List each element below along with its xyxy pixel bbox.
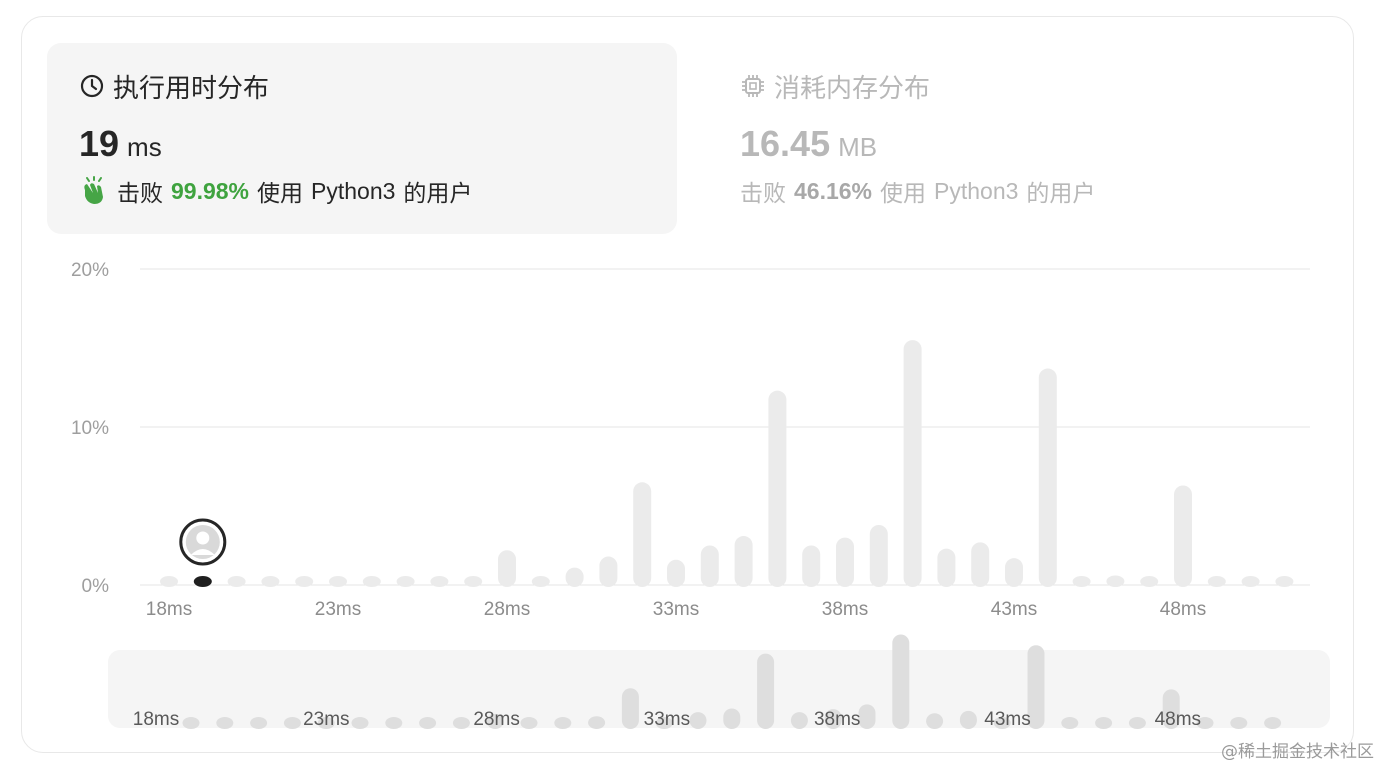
overview-x-label: 48ms [1155, 709, 1201, 730]
bar[interactable] [903, 340, 922, 587]
bar[interactable] [1140, 576, 1159, 587]
overview-bar [1128, 717, 1146, 729]
overview-bar [452, 717, 470, 729]
overview-bar [216, 717, 234, 729]
bar[interactable] [667, 559, 685, 587]
x-tick-label: 43ms [991, 599, 1037, 620]
overview-bar [250, 717, 268, 729]
overview-bar [1230, 717, 1248, 729]
bar[interactable] [599, 556, 618, 587]
x-tick-label: 28ms [484, 599, 530, 620]
overview-x-label: 18ms [133, 709, 179, 730]
bar[interactable] [1275, 576, 1294, 587]
runtime-distribution-chart: 0% 10% 20% 18ms 23ms 28ms 33ms 38ms 43ms 48ms 18… [71, 260, 1330, 730]
overview-x-label: 28ms [473, 709, 519, 730]
x-tick-label: 23ms [315, 599, 361, 620]
overview-bar [959, 710, 977, 729]
overview-bar [892, 634, 910, 729]
overview-x-label: 33ms [644, 709, 690, 730]
y-tick-label: 0% [82, 576, 110, 597]
x-tick-label: 48ms [1160, 599, 1206, 620]
bar[interactable] [1072, 576, 1091, 587]
overview-bar [351, 717, 369, 729]
watermark: @稀土掘金技术社区 [1221, 742, 1374, 762]
bar[interactable] [160, 576, 178, 587]
x-tick-label: 33ms [653, 599, 699, 620]
overview-bar [1264, 717, 1282, 729]
bar[interactable] [802, 545, 821, 588]
bar[interactable] [836, 537, 854, 587]
x-tick-label: 18ms [146, 599, 192, 620]
overview-bar [419, 717, 437, 729]
bar[interactable] [869, 524, 888, 587]
bar[interactable] [1106, 575, 1125, 587]
overview-x-label: 23ms [303, 709, 349, 730]
chart-bars [160, 340, 1294, 588]
range-selector-overview[interactable]: 18ms 23ms 28ms 33ms 38ms 43ms 48ms [108, 634, 1330, 730]
bar[interactable] [295, 576, 314, 587]
bar[interactable] [531, 576, 550, 587]
current-submission-marker [179, 518, 227, 566]
overview-x-label: 38ms [814, 709, 860, 730]
y-tick-label: 20% [71, 260, 109, 281]
bar[interactable] [1005, 558, 1023, 587]
overview-bar [385, 717, 403, 729]
overview-bar [858, 704, 876, 729]
bar[interactable] [937, 548, 956, 587]
bar[interactable] [971, 542, 990, 587]
avatar-head [196, 531, 210, 545]
overview-bar [182, 717, 200, 729]
bar-current-submission[interactable] [193, 576, 212, 587]
bar[interactable] [329, 576, 347, 587]
overview-bar [520, 717, 538, 729]
bar[interactable] [768, 390, 787, 587]
bar[interactable] [1241, 576, 1260, 587]
bar[interactable] [227, 576, 246, 587]
range-selector-track[interactable] [108, 650, 1330, 728]
bar[interactable] [430, 576, 449, 587]
y-tick-label: 10% [71, 418, 109, 439]
bar[interactable] [498, 550, 516, 587]
bar[interactable] [1174, 485, 1192, 587]
overview-bar [1061, 717, 1079, 729]
overview-bar [926, 713, 944, 729]
overview-bar [1095, 717, 1113, 729]
overview-bar [588, 716, 606, 729]
overview-bar [790, 712, 808, 729]
overview-bar [554, 717, 572, 729]
overview-x-label: 43ms [984, 709, 1030, 730]
bar[interactable] [1207, 576, 1226, 587]
bar[interactable] [700, 545, 719, 588]
bar[interactable] [261, 576, 280, 587]
bar[interactable] [362, 576, 381, 587]
bar[interactable] [396, 576, 415, 587]
chart-x-axis: 18ms 23ms 28ms 33ms 38ms 43ms 48ms [146, 599, 1206, 620]
overview-bar [757, 653, 775, 729]
bar[interactable] [1038, 368, 1057, 587]
overview-bar [689, 712, 707, 729]
bar[interactable] [734, 536, 753, 587]
overview-bar [621, 688, 639, 729]
bar[interactable] [464, 576, 483, 587]
bar[interactable] [633, 482, 652, 587]
bar[interactable] [565, 567, 584, 587]
overview-bar [283, 717, 301, 729]
x-tick-label: 38ms [822, 599, 868, 620]
overview-bar [723, 708, 741, 729]
chart-grid: 0% 10% 20% [71, 260, 1310, 597]
